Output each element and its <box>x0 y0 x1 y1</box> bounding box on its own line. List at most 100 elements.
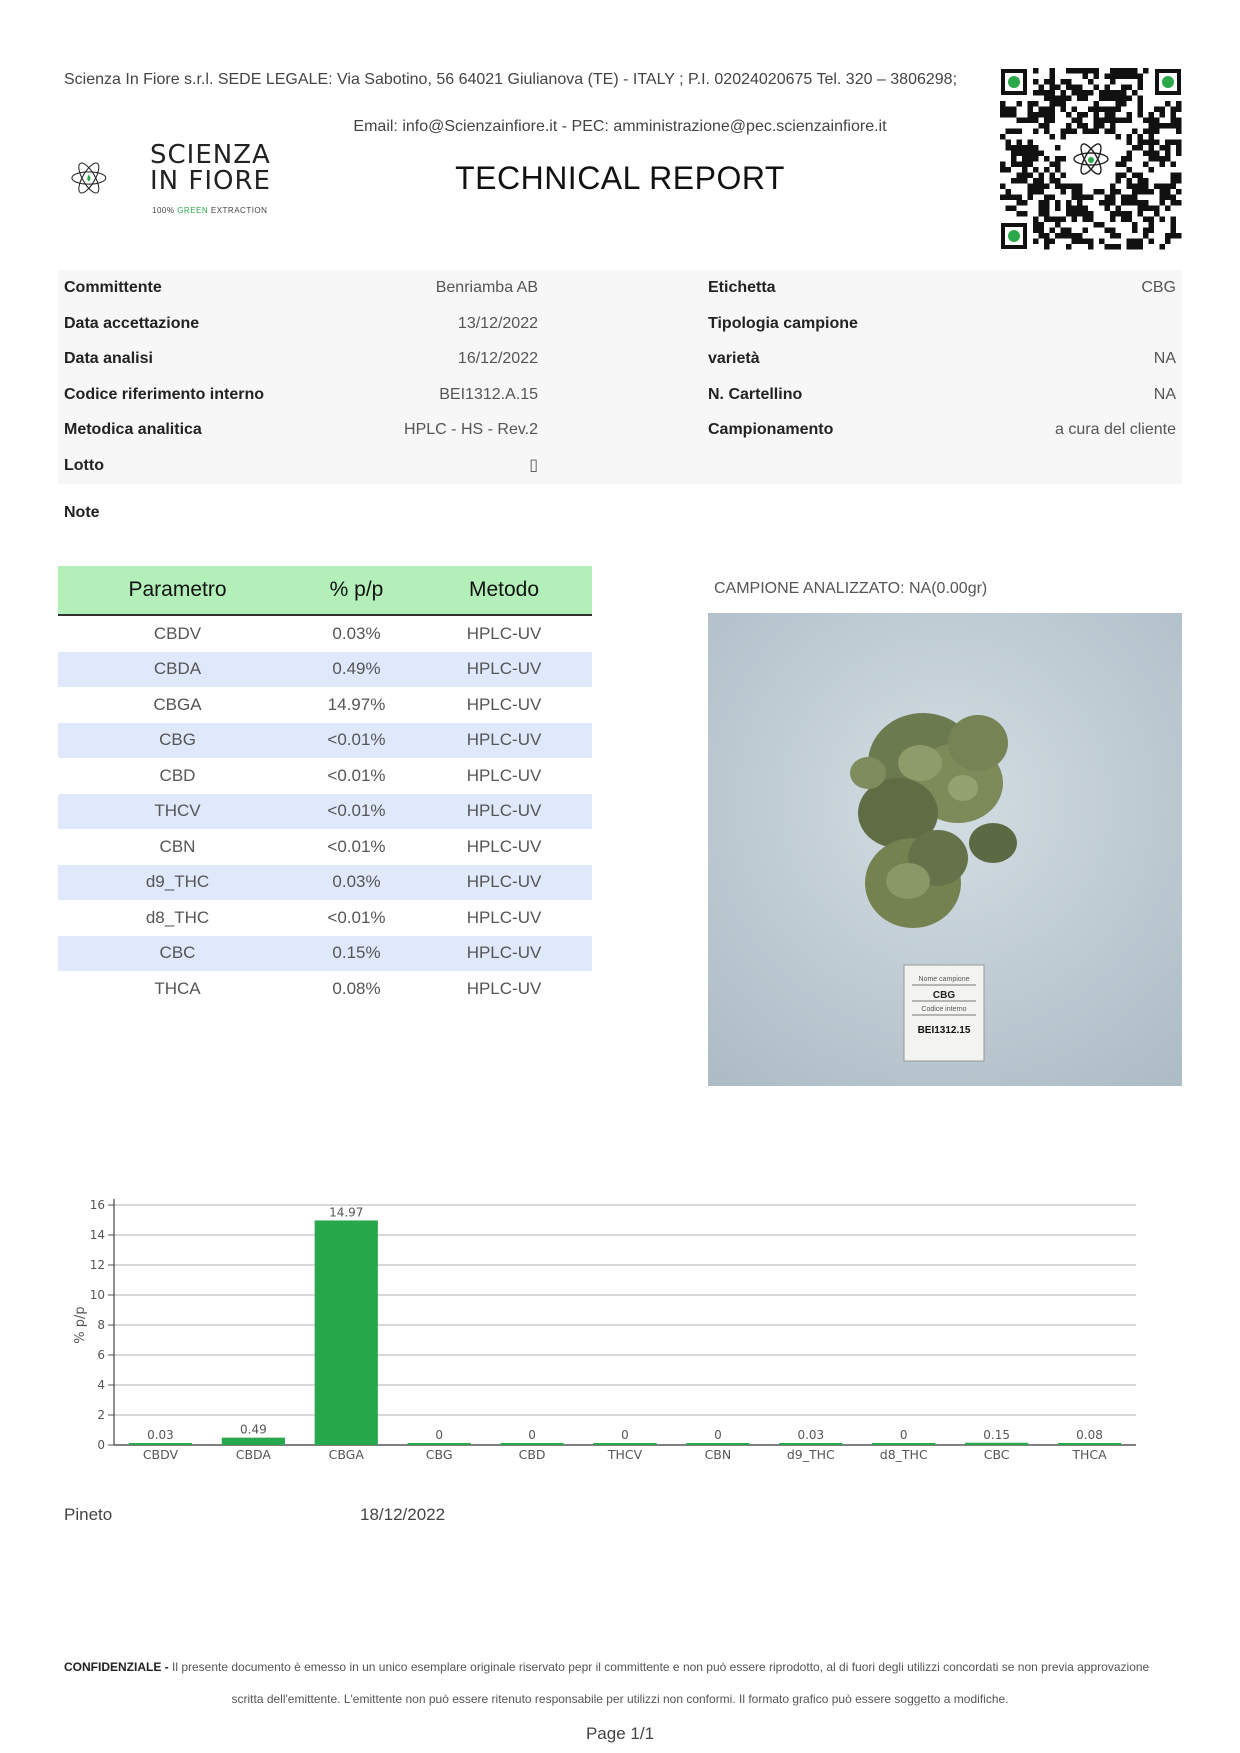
info-row-left: Lotto ▯ <box>58 448 538 484</box>
data-label: 0.49 <box>240 1423 267 1437</box>
company-info-line: Scienza In Fiore s.r.l. SEDE LEGALE: Via… <box>64 71 958 88</box>
info-value: BEI1312.A.15 <box>439 385 538 403</box>
info-row-right: N. Cartellino NA <box>708 377 1176 413</box>
chart-bar <box>965 1442 1029 1445</box>
info-row-right: varietà NA <box>708 341 1176 377</box>
data-label: 0 <box>900 1428 908 1442</box>
page-title: TECHNICAL REPORT <box>455 160 785 196</box>
percent-cell: <0.01% <box>327 907 386 927</box>
x-tick-label: CBN <box>705 1447 732 1462</box>
header-metodo: Metodo <box>416 566 592 616</box>
atom-logo-icon <box>71 162 107 194</box>
data-label: 0 <box>714 1428 722 1442</box>
info-value: Benriamba AB <box>435 279 538 296</box>
signature-place: Pineto <box>64 1505 113 1524</box>
info-label: Tipologia campione <box>708 314 858 332</box>
metodo-cell: HPLC-UV <box>416 935 592 971</box>
percent-cell: 14.97% <box>327 694 386 714</box>
y-axis-label: % p/p <box>73 1306 88 1343</box>
info-row-left: Metodica analitica HPLC - HS - Rev.2 <box>58 412 538 448</box>
info-row-left: Committente Benriamba AB <box>58 270 538 306</box>
info-value: a cura del cliente <box>1055 421 1176 438</box>
info-label: Lotto <box>64 456 104 474</box>
chart-bar <box>686 1443 750 1445</box>
chart-bar <box>314 1220 378 1445</box>
parametro-cell: THCV <box>58 793 297 829</box>
chart-bar <box>407 1443 471 1445</box>
y-tick-label: 0 <box>97 1438 105 1452</box>
qr-code-icon[interactable] <box>1000 68 1182 250</box>
info-label: Data accettazione <box>64 314 200 332</box>
info-row-left: Data analisi 16/12/2022 <box>58 341 538 377</box>
info-label: Etichetta <box>708 279 776 296</box>
info-row-right: Campionamento a cura del cliente <box>708 412 1176 448</box>
chart-bar <box>500 1443 564 1445</box>
parametro-cell: CBGA <box>153 694 202 714</box>
info-value: NA <box>1153 385 1176 403</box>
metodo-cell: HPLC-UV <box>466 765 542 785</box>
data-label: 0 <box>621 1428 629 1442</box>
parametro-cell: CBDV <box>153 623 202 643</box>
sample-photo-image: Nome campione CBG Codice interno BEI1312… <box>708 613 1182 1086</box>
y-tick-label: 10 <box>90 1288 105 1302</box>
metodo-cell: HPLC-UV <box>466 836 542 856</box>
parametro-cell: CBDA <box>58 651 297 687</box>
table-row: THCV <0.01% HPLC-UV <box>58 793 592 829</box>
percent-cell: <0.01% <box>297 793 416 829</box>
metodo-cell: HPLC-UV <box>416 651 592 687</box>
qr-finder-bottom-left <box>1001 223 1027 249</box>
data-label: 0.15 <box>983 1428 1010 1442</box>
note-label: Note <box>64 504 100 521</box>
data-label: 0.03 <box>147 1428 174 1442</box>
percent-cell: 0.03% <box>297 864 416 900</box>
parametro-cell: CBG <box>58 722 297 758</box>
metodo-cell: HPLC-UV <box>466 978 542 998</box>
confidential-text: Il presente documento è emesso in un uni… <box>168 1660 1150 1674</box>
x-tick-label: THCV <box>607 1447 643 1462</box>
table-row: d8_THC <0.01% HPLC-UV <box>58 900 592 936</box>
metodo-cell: HPLC-UV <box>416 864 592 900</box>
info-row-left: Data accettazione 13/12/2022 <box>58 306 538 342</box>
confidential-label: CONFIDENZIALE - <box>64 1660 169 1674</box>
x-tick-label: d9_THC <box>787 1447 835 1462</box>
x-tick-label: THCA <box>1071 1447 1107 1462</box>
info-label: Codice riferimento interno <box>64 385 265 403</box>
info-label: Metodica analitica <box>64 421 202 438</box>
parametro-cell: CBD <box>159 765 196 785</box>
sample-caption: CAMPIONE ANALIZZATO: NA(0.00gr) <box>714 580 988 597</box>
label-card-line1: Nome campione <box>919 976 970 983</box>
table-row: THCA 0.08% HPLC-UV <box>58 971 592 1007</box>
sample-photo: Nome campione CBG Codice interno BEI1312… <box>708 613 1182 1086</box>
x-tick-label: CBC <box>984 1447 1010 1462</box>
logo-tagline: 100% GREEN EXTRACTION <box>152 206 268 215</box>
chart-bar <box>872 1443 936 1445</box>
chart-bar <box>128 1443 193 1445</box>
metodo-cell: HPLC-UV <box>466 623 542 643</box>
label-card-line3: Codice interno <box>921 1006 966 1013</box>
header-percent: % p/p <box>297 566 416 616</box>
qr-finder-top-right <box>1155 69 1181 95</box>
info-label: Campionamento <box>708 421 834 438</box>
table-row: CBG <0.01% HPLC-UV <box>58 722 592 758</box>
y-tick-label: 14 <box>90 1228 105 1242</box>
parametro-cell: THCA <box>154 978 201 998</box>
results-table: Parametro % p/p Metodo CBDV 0.03% HPLC-UV C… <box>58 566 592 1007</box>
percent-cell: 0.03% <box>332 623 381 643</box>
metodo-cell: HPLC-UV <box>416 793 592 829</box>
y-tick-label: 8 <box>97 1318 105 1332</box>
qr-center-logo-icon <box>1071 139 1111 179</box>
logo-text-line2: IN FIORE <box>150 166 271 196</box>
parametro-cell: CBN <box>159 836 196 856</box>
y-tick-label: 16 <box>90 1198 105 1212</box>
info-value: ▯ <box>529 456 538 474</box>
parametro-cell: CBC <box>58 935 297 971</box>
confidential-notice-line2: scritta dell'emittente. L'emittente non … <box>231 1692 1009 1706</box>
chart-bar <box>779 1443 843 1445</box>
y-tick-label: 4 <box>97 1378 105 1392</box>
signature-date: 18/12/2022 <box>360 1505 446 1524</box>
data-label: 0.03 <box>797 1428 824 1442</box>
qr-finder-top-left <box>1001 69 1027 95</box>
percent-cell: 0.15% <box>297 935 416 971</box>
info-label: Committente <box>64 279 162 296</box>
info-value: HPLC - HS - Rev.2 <box>404 421 538 438</box>
